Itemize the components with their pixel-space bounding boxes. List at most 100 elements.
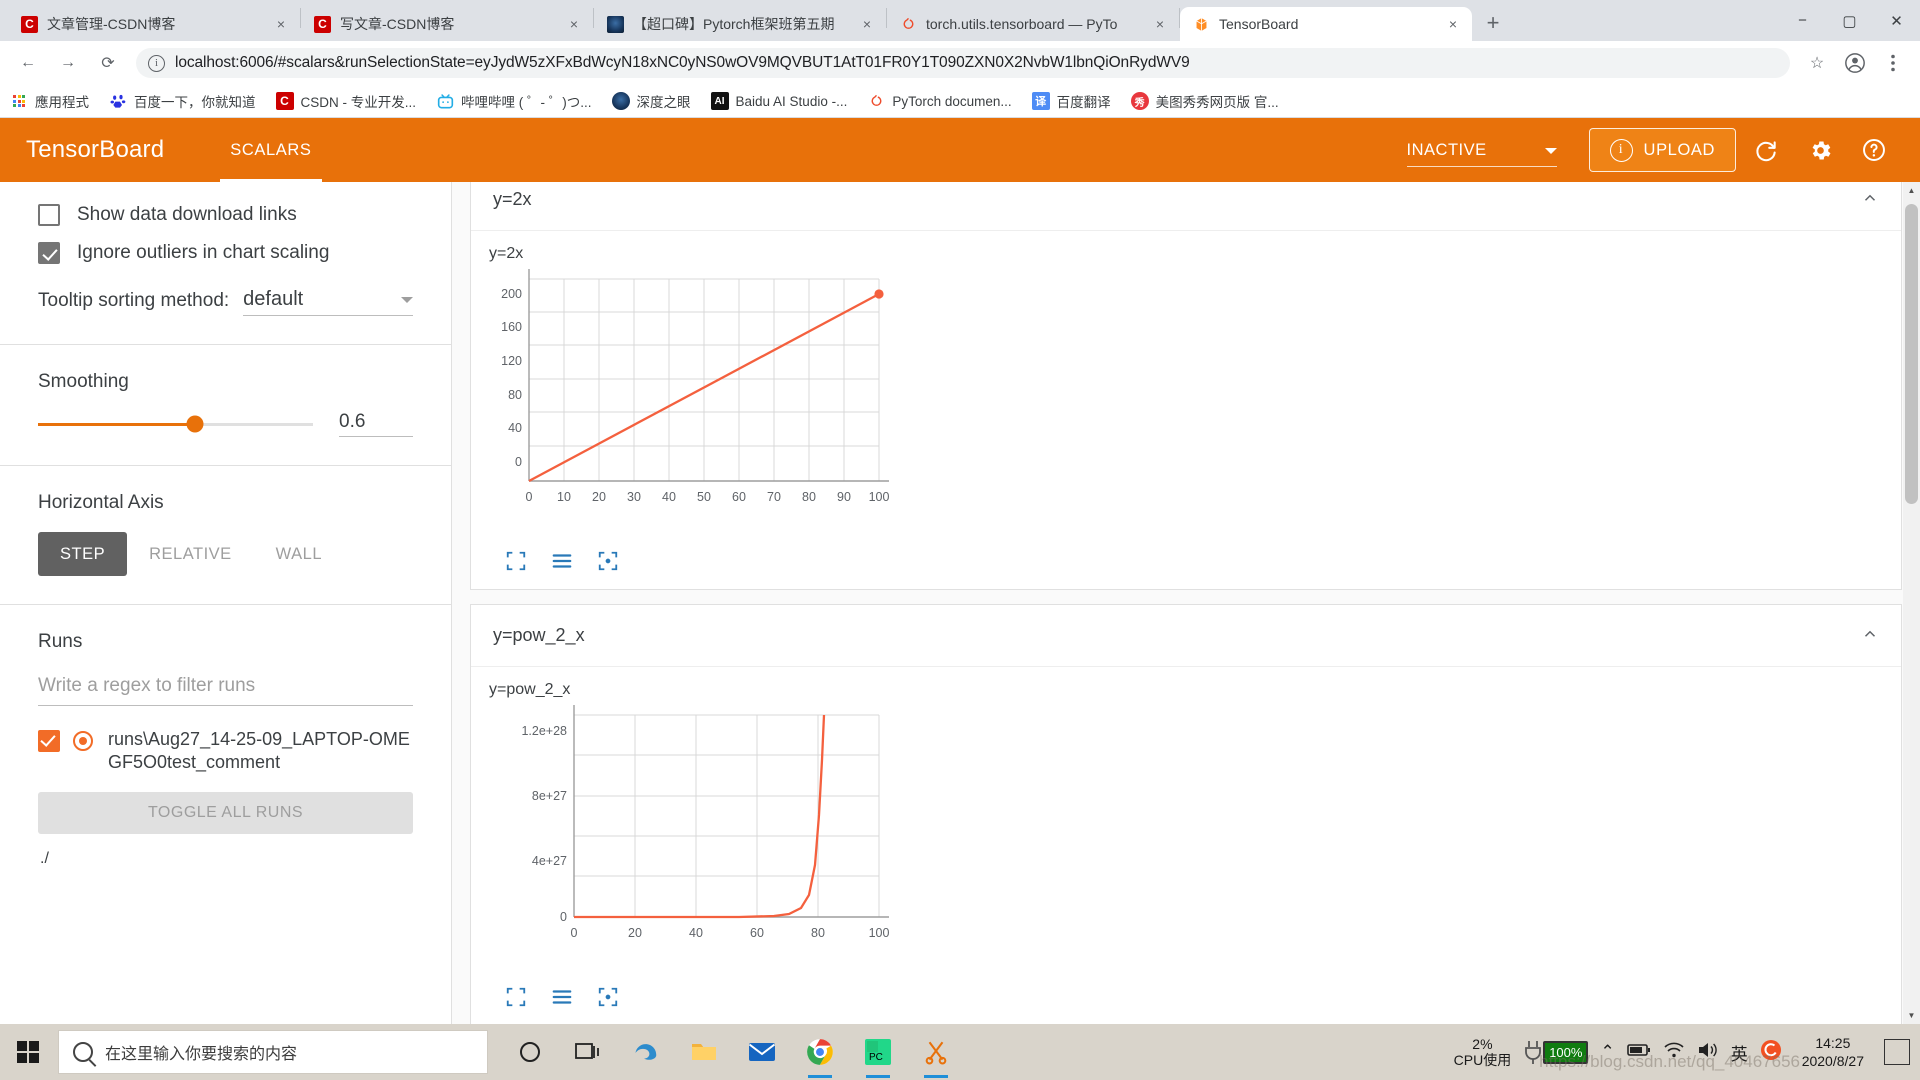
bookmark-apps[interactable]: 應用程式: [10, 91, 89, 111]
smoothing-value[interactable]: 0.6: [339, 411, 413, 437]
ignore-outliers-row[interactable]: Ignore outliers in chart scaling: [38, 242, 413, 264]
task-view-icon[interactable]: [562, 1024, 614, 1080]
tensorboard-header: TensorBoard SCALARS INACTIVE i UPLOAD: [0, 118, 1920, 182]
scroll-down-icon[interactable]: ▼: [1903, 1007, 1920, 1024]
tab-close-icon[interactable]: ×: [1151, 15, 1169, 33]
svg-text:80: 80: [802, 490, 816, 504]
logdir-label: ./: [40, 849, 49, 867]
axis-option-step[interactable]: STEP: [38, 532, 128, 576]
taskbar-clock[interactable]: 14:25 2020/8/27: [1794, 1034, 1872, 1070]
bookmark-bilibili[interactable]: 哔哩哔哩 ( ゜- ゜)つ...: [436, 91, 592, 111]
bookmark-star-icon[interactable]: ☆: [1801, 47, 1833, 79]
mail-icon[interactable]: [736, 1024, 788, 1080]
vertical-scrollbar[interactable]: ▲ ▼: [1903, 182, 1920, 1024]
close-window-icon[interactable]: ✕: [1873, 0, 1920, 41]
tab-close-icon[interactable]: ×: [272, 15, 290, 33]
upload-button[interactable]: i UPLOAD: [1588, 128, 1736, 172]
axis-option-relative[interactable]: RELATIVE: [127, 532, 254, 576]
browser-tab-4[interactable]: torch.utils.tensorboard — PyTo ×: [887, 7, 1179, 41]
tooltip-sorting-select[interactable]: default: [243, 288, 413, 316]
bookmark-label: Baidu AI Studio -...: [735, 93, 848, 109]
cortana-icon[interactable]: [504, 1024, 556, 1080]
taskbar-search[interactable]: 在这里输入你要搜索的内容: [58, 1030, 488, 1074]
profile-avatar-icon[interactable]: [1839, 47, 1871, 79]
edge-icon[interactable]: [620, 1024, 672, 1080]
battery-indicator[interactable]: 100%: [1523, 1039, 1589, 1065]
help-icon[interactable]: [1850, 126, 1898, 174]
tab-close-icon[interactable]: ×: [1444, 15, 1462, 33]
start-button[interactable]: [0, 1024, 56, 1080]
bilibili-icon: [436, 92, 454, 110]
smoothing-slider-handle[interactable]: [186, 415, 204, 433]
battery-icon[interactable]: [1626, 1042, 1651, 1062]
chevron-up-icon[interactable]: ⌃: [1600, 1042, 1614, 1062]
expand-icon[interactable]: [597, 550, 619, 577]
fit-domain-icon[interactable]: [505, 986, 527, 1013]
bookmark-baidu[interactable]: 百度一下，你就知道: [109, 91, 256, 111]
chart-card-header[interactable]: y=2x: [471, 182, 1901, 231]
chart-card-body: y=2x 200 160 120 80 40 0 0 10 20 30 40 5…: [471, 231, 1901, 589]
file-explorer-icon[interactable]: [678, 1024, 730, 1080]
blue-globe-icon: [607, 15, 624, 33]
reload-icon[interactable]: ⟳: [92, 47, 124, 79]
browser-tab-2[interactable]: C 写文章-CSDN博客 ×: [301, 7, 593, 41]
notification-icon[interactable]: [1884, 1039, 1910, 1065]
wifi-icon[interactable]: [1663, 1041, 1685, 1064]
scrollbar-thumb[interactable]: [1905, 204, 1918, 504]
data-table-icon[interactable]: [551, 986, 573, 1013]
reload-icon[interactable]: [1742, 126, 1790, 174]
data-table-icon[interactable]: [551, 550, 573, 577]
maximize-icon[interactable]: ▢: [1826, 0, 1873, 41]
minimize-icon[interactable]: −: [1779, 0, 1826, 41]
line-chart-y2x[interactable]: 200 160 120 80 40 0 0 10 20 30 40 50 60 …: [489, 269, 909, 539]
bookmark-pytorch-docs[interactable]: PyTorch documen...: [867, 92, 1012, 110]
chevron-up-icon[interactable]: [1861, 189, 1879, 210]
tab-close-icon[interactable]: ×: [565, 15, 583, 33]
tab-close-icon[interactable]: ×: [858, 15, 876, 33]
sogou-icon[interactable]: [1760, 1039, 1782, 1066]
chart-card-body: y=pow_2_x 1.2e+28 8e+27 4e+27 0 0 20 40 …: [471, 667, 1901, 1024]
chrome-menu-icon[interactable]: [1877, 47, 1909, 79]
smoothing-slider-fill: [38, 422, 195, 426]
toggle-all-runs-button[interactable]: TOGGLE ALL RUNS: [38, 791, 413, 834]
ignore-outliers-checkbox[interactable]: [38, 242, 60, 264]
browser-tab-1[interactable]: C 文章管理-CSDN博客 ×: [8, 7, 300, 41]
expand-icon[interactable]: [597, 986, 619, 1013]
tab-scalars[interactable]: SCALARS: [220, 118, 322, 182]
run-status-dropdown[interactable]: INACTIVE: [1406, 141, 1557, 167]
chrome-icon[interactable]: [794, 1024, 846, 1080]
site-info-icon[interactable]: i: [148, 54, 165, 72]
show-download-links-checkbox[interactable]: [38, 204, 60, 226]
pycharm-icon[interactable]: PC: [852, 1024, 904, 1080]
browser-tab-3[interactable]: 【超口碑】Pytorch框架班第五期 ×: [594, 7, 886, 41]
run-checkbox[interactable]: [38, 730, 60, 752]
chevron-up-icon[interactable]: [1861, 625, 1879, 646]
chart-card-header[interactable]: y=pow_2_x: [471, 605, 1901, 667]
pytorch-icon: [900, 16, 917, 33]
bookmark-meitu[interactable]: 秀 美图秀秀网页版 官...: [1130, 91, 1279, 111]
address-bar[interactable]: i localhost:6006/#scalars&runSelectionSt…: [136, 48, 1790, 78]
runs-filter-input[interactable]: [38, 671, 413, 706]
chart-title: y=pow_2_x: [489, 681, 571, 698]
bookmark-deepeye[interactable]: 深度之眼: [611, 91, 691, 111]
new-tab-button[interactable]: +: [1476, 6, 1510, 40]
run-color-radio[interactable]: [73, 731, 93, 751]
smoothing-slider[interactable]: [38, 415, 313, 433]
bookmark-csdn[interactable]: C CSDN - 专业开发...: [275, 91, 416, 111]
forward-icon[interactable]: →: [52, 47, 84, 79]
ime-icon[interactable]: 英: [1731, 1040, 1748, 1065]
bookmark-baidu-ai-studio[interactable]: AI Baidu AI Studio -...: [710, 92, 848, 110]
run-list-item[interactable]: runs\Aug27_14-25-09_LAPTOP-OMEGF5O0test_…: [38, 728, 413, 774]
bookmark-baidu-fanyi[interactable]: 译 百度翻译: [1031, 91, 1111, 111]
browser-tab-5-tensorboard[interactable]: TensorBoard ×: [1180, 7, 1472, 41]
back-icon[interactable]: ←: [12, 47, 44, 79]
gear-icon[interactable]: [1796, 126, 1844, 174]
axis-option-wall[interactable]: WALL: [254, 532, 344, 576]
fit-domain-icon[interactable]: [505, 550, 527, 577]
volume-icon[interactable]: [1697, 1041, 1719, 1064]
line-chart-ypow2x[interactable]: 1.2e+28 8e+27 4e+27 0 0 20 40 60 80 100: [489, 705, 909, 975]
snip-icon[interactable]: [910, 1024, 962, 1080]
scroll-up-icon[interactable]: ▲: [1903, 182, 1920, 199]
system-tray: 2% CPU使用 100% ⌃ 英 14:25 2020/8/27: [1454, 1034, 1920, 1070]
show-download-links-row[interactable]: Show data download links: [38, 204, 413, 226]
